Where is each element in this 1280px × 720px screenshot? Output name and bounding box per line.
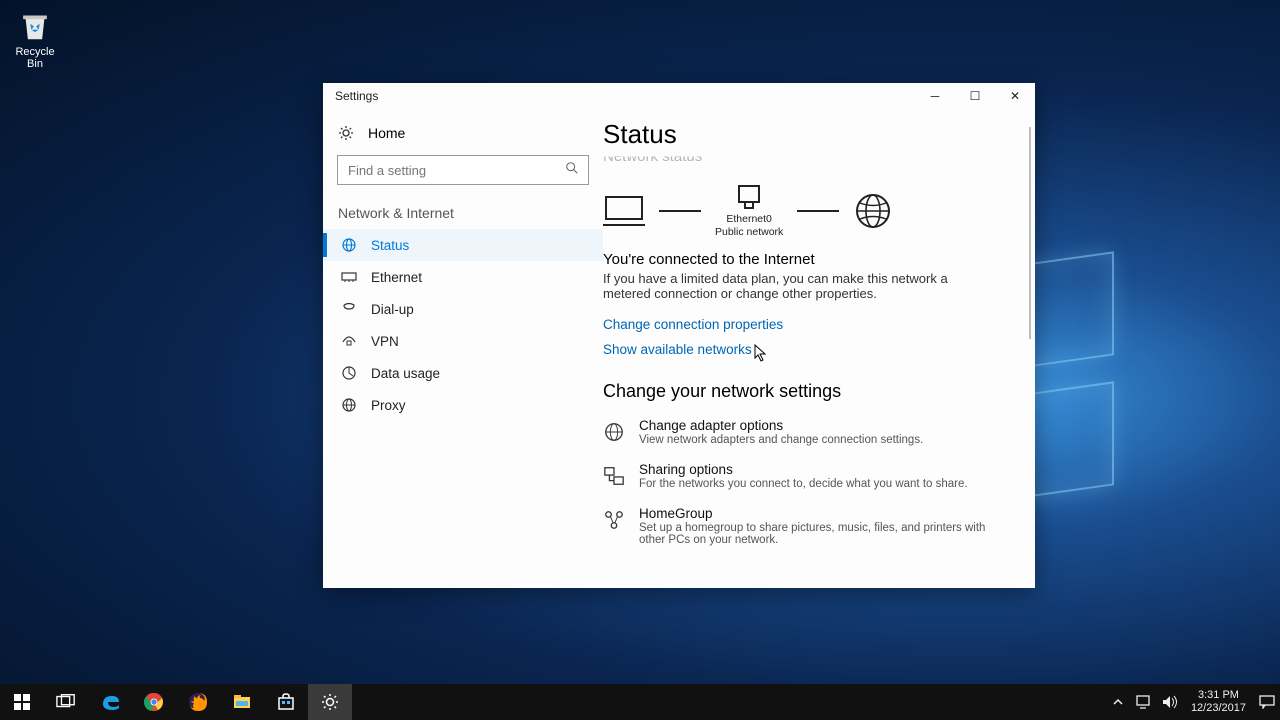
system-tray: 3:31 PM 12/23/2017 — [1105, 684, 1280, 720]
vpn-icon — [341, 333, 357, 349]
titlebar[interactable]: Settings ─ ☐ ✕ — [323, 83, 1035, 109]
section-label: Network & Internet — [323, 199, 603, 229]
settings-taskbar-icon[interactable] — [308, 684, 352, 720]
ethernet-icon — [341, 269, 357, 285]
sidebar-item-ethernet[interactable]: Ethernet — [323, 261, 603, 293]
start-button[interactable] — [0, 684, 44, 720]
option-sharing[interactable]: Sharing options For the networks you con… — [603, 462, 1005, 490]
nav-label: Ethernet — [371, 270, 422, 285]
globe-icon — [341, 237, 357, 253]
close-button[interactable]: ✕ — [995, 83, 1035, 109]
link-change-properties[interactable]: Change connection properties — [603, 317, 1005, 332]
firefox-icon[interactable] — [176, 684, 220, 720]
sidebar-item-dialup[interactable]: Dial-up — [323, 293, 603, 325]
maximize-button[interactable]: ☐ — [955, 83, 995, 109]
section-ghost: Network status — [603, 148, 1005, 165]
sidebar-item-vpn[interactable]: VPN — [323, 325, 603, 357]
connected-heading: You're connected to the Internet — [603, 251, 1005, 268]
tray-volume-icon[interactable] — [1157, 684, 1183, 720]
action-center-icon[interactable] — [1254, 684, 1280, 720]
sidebar-item-proxy[interactable]: Proxy — [323, 389, 603, 421]
adapter-type: Public network — [715, 226, 783, 239]
option-desc: View network adapters and change connect… — [639, 434, 923, 446]
scrollbar[interactable] — [1029, 127, 1031, 339]
nav-label: Status — [371, 238, 409, 253]
homegroup-icon — [603, 509, 625, 531]
option-title: Change adapter options — [639, 418, 923, 433]
option-title: Sharing options — [639, 462, 968, 477]
search-icon — [565, 161, 579, 180]
option-desc: For the networks you connect to, decide … — [639, 478, 968, 490]
date: 12/23/2017 — [1191, 702, 1246, 715]
option-title: HomeGroup — [639, 506, 999, 521]
adapter-name: Ethernet0 — [715, 213, 783, 226]
search-input[interactable] — [337, 155, 589, 185]
nav-label: Proxy — [371, 398, 406, 413]
minimize-button[interactable]: ─ — [915, 83, 955, 109]
phone-icon — [341, 301, 357, 317]
gear-icon — [338, 125, 354, 141]
option-homegroup[interactable]: HomeGroup Set up a homegroup to share pi… — [603, 506, 1005, 546]
option-adapter[interactable]: Change adapter options View network adap… — [603, 418, 1005, 446]
taskbar[interactable]: 3:31 PM 12/23/2017 — [0, 684, 1280, 720]
store-icon[interactable] — [264, 684, 308, 720]
sharing-icon — [603, 465, 625, 487]
time: 3:31 PM — [1191, 689, 1246, 702]
content-pane: Status Network status Ethernet0 Public n… — [603, 109, 1035, 588]
file-explorer-icon[interactable] — [220, 684, 264, 720]
nav-label: VPN — [371, 334, 399, 349]
sidebar-item-status[interactable]: Status — [323, 229, 603, 261]
change-settings-heading: Change your network settings — [603, 381, 1005, 402]
nav-label: Data usage — [371, 366, 440, 381]
page-title: Status — [603, 119, 1005, 150]
chrome-icon[interactable] — [132, 684, 176, 720]
edge-icon[interactable] — [88, 684, 132, 720]
task-view-button[interactable] — [44, 684, 88, 720]
clock[interactable]: 3:31 PM 12/23/2017 — [1183, 689, 1254, 714]
window-title: Settings — [335, 89, 378, 103]
adapter-options-icon — [603, 421, 625, 443]
recycle-bin[interactable]: Recycle Bin — [8, 6, 62, 70]
tray-chevron-icon[interactable] — [1105, 684, 1131, 720]
tray-network-icon[interactable] — [1131, 684, 1157, 720]
sidebar: Home Network & Internet Status Ethernet … — [323, 109, 603, 588]
adapter-icon — [734, 183, 764, 213]
sidebar-item-datausage[interactable]: Data usage — [323, 357, 603, 389]
computer-icon — [603, 194, 645, 228]
network-diagram: Ethernet0 Public network — [603, 183, 1005, 239]
internet-globe-icon — [853, 191, 893, 231]
link-show-networks[interactable]: Show available networks — [603, 342, 1005, 357]
connected-body: If you have a limited data plan, you can… — [603, 271, 983, 301]
settings-window: Settings ─ ☐ ✕ Home Network & Internet S… — [323, 83, 1035, 588]
proxy-icon — [341, 397, 357, 413]
nav-label: Dial-up — [371, 302, 414, 317]
home-button[interactable]: Home — [323, 117, 603, 149]
option-desc: Set up a homegroup to share pictures, mu… — [639, 522, 999, 546]
recycle-bin-label: Recycle Bin — [8, 46, 62, 70]
datausage-icon — [341, 365, 357, 381]
home-label: Home — [368, 125, 405, 141]
